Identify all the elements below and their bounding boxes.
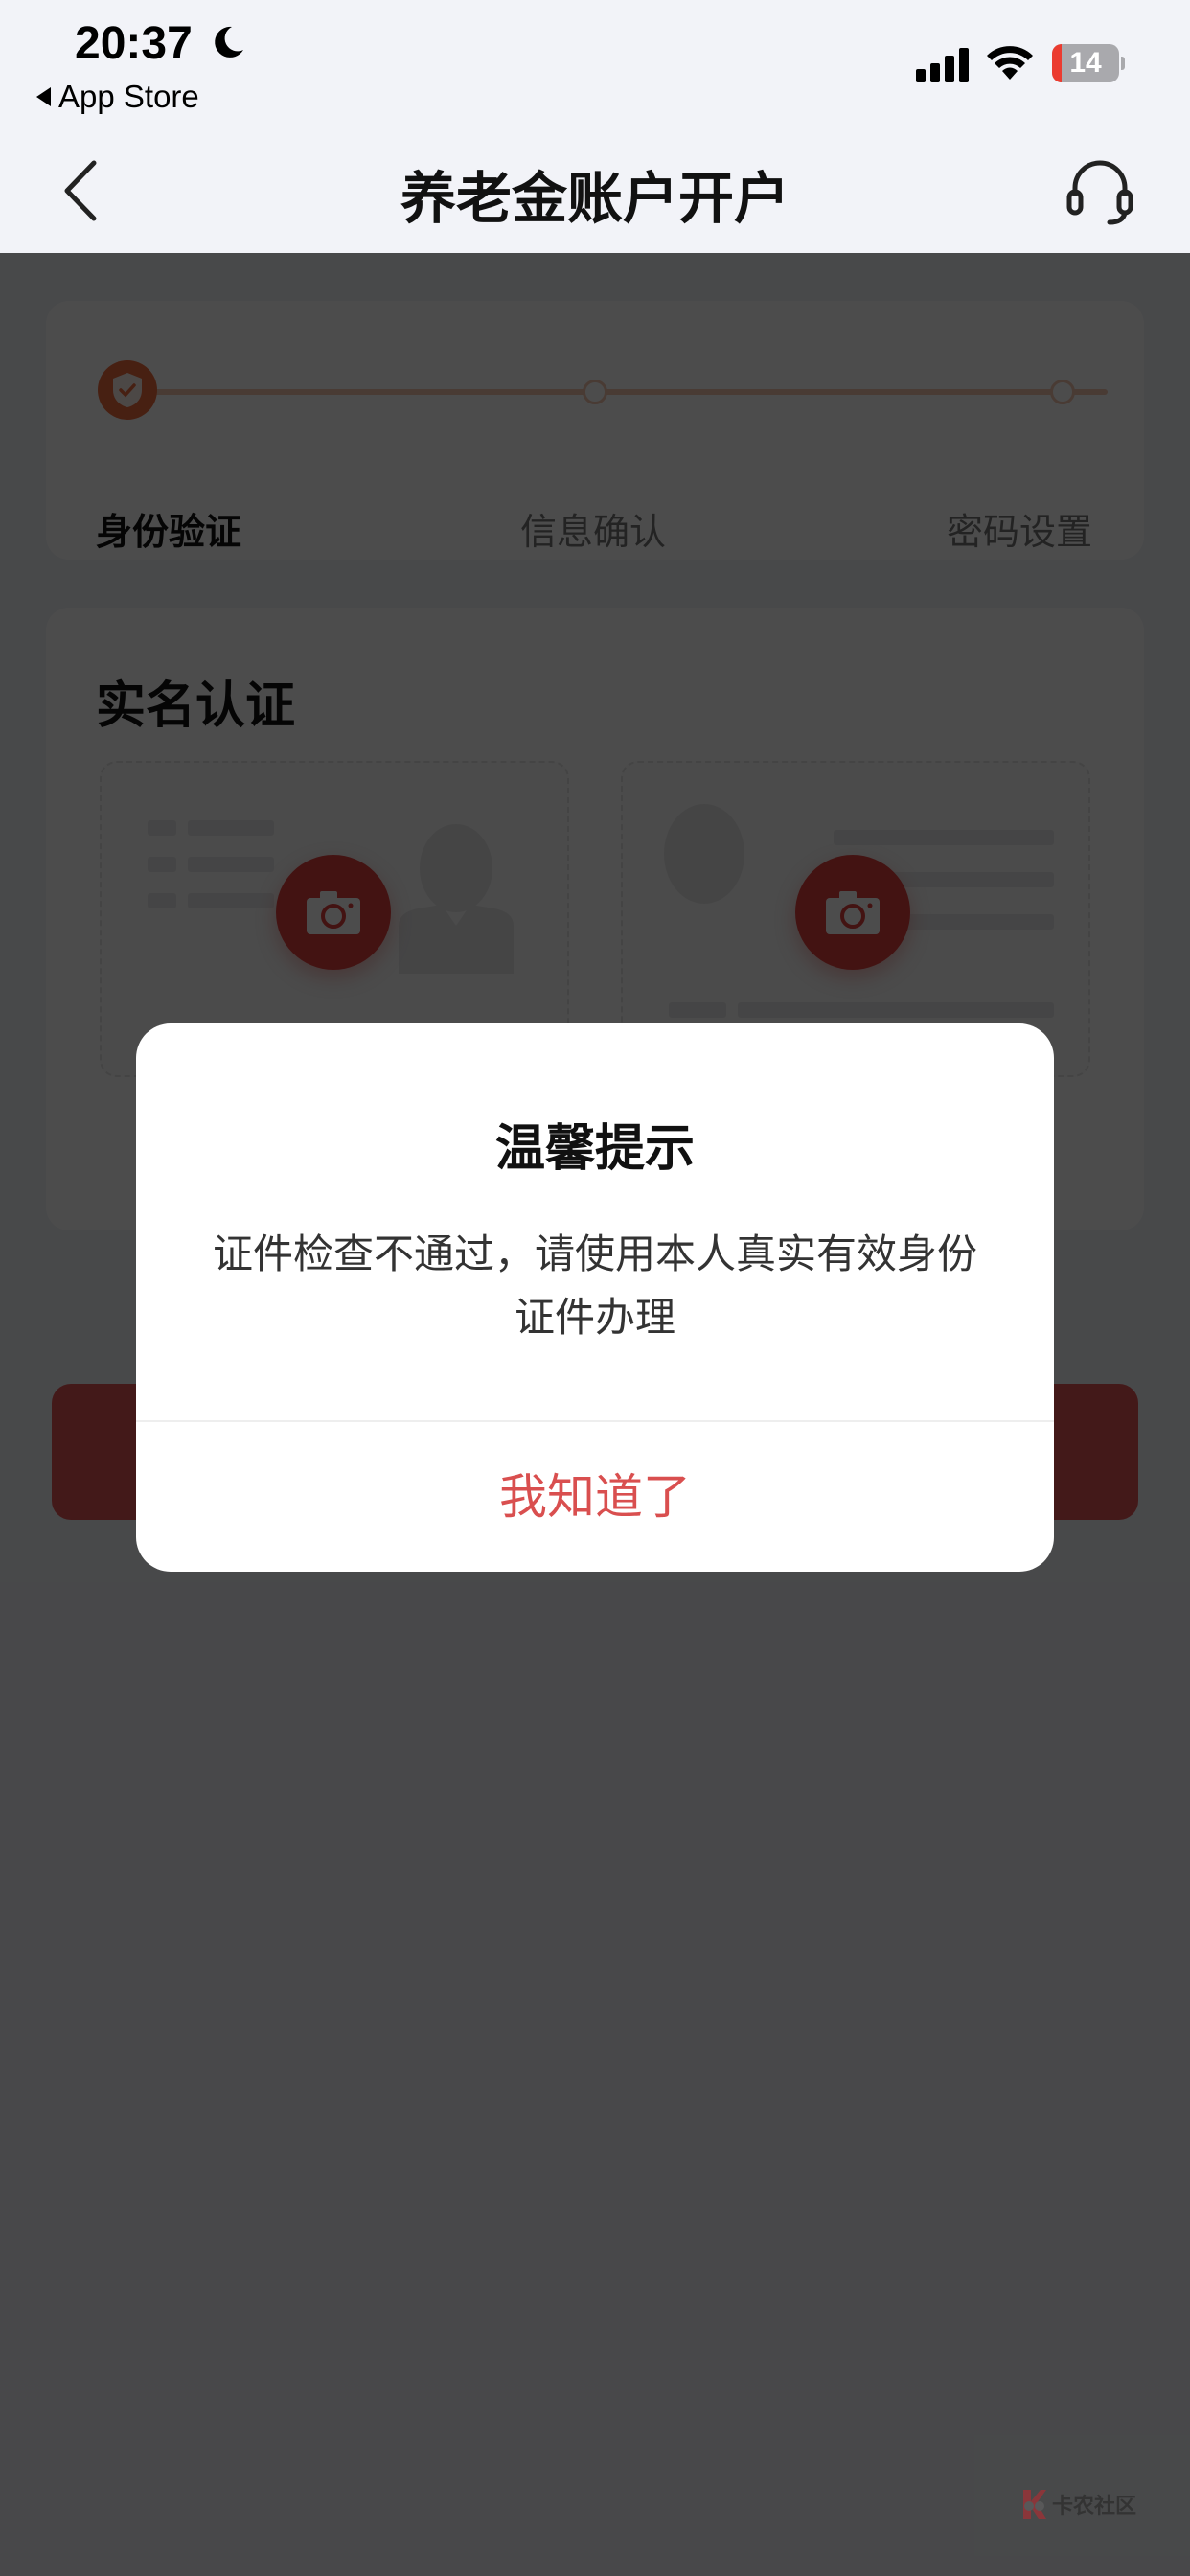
status-bar: 20:37 App Store 14 xyxy=(0,0,1190,125)
dialog-title: 温馨提示 xyxy=(494,1121,695,1177)
confirm-button[interactable]: 我知道了 xyxy=(136,1422,1054,1572)
page-title: 养老金账户开户 xyxy=(400,168,790,230)
signal-icon xyxy=(916,44,970,82)
back-triangle-icon xyxy=(36,87,51,106)
status-time: 20:37 xyxy=(75,18,193,69)
alert-dialog: 温馨提示 证件检查不通过，请使用本人真实有效身份证件办理 我知道了 xyxy=(136,1024,1054,1572)
dialog-message: 证件检查不通过，请使用本人真实有效身份证件办理 xyxy=(213,1231,978,1340)
moon-icon xyxy=(215,26,243,58)
nav-bar: 养老金账户开户 xyxy=(0,125,1190,253)
back-to-app-store[interactable]: App Store xyxy=(36,79,199,115)
watermark: 卡农社区 xyxy=(1019,2488,1136,2520)
watermark-text: 卡农社区 xyxy=(1052,2494,1137,2518)
battery-level-text: 14 xyxy=(1069,47,1102,79)
back-to-app-label: App Store xyxy=(58,79,199,114)
kanong-logo-icon xyxy=(1023,2490,1046,2518)
headset-icon[interactable] xyxy=(1065,157,1134,226)
battery-icon: 14 xyxy=(1052,44,1125,82)
wifi-icon xyxy=(987,46,1033,80)
